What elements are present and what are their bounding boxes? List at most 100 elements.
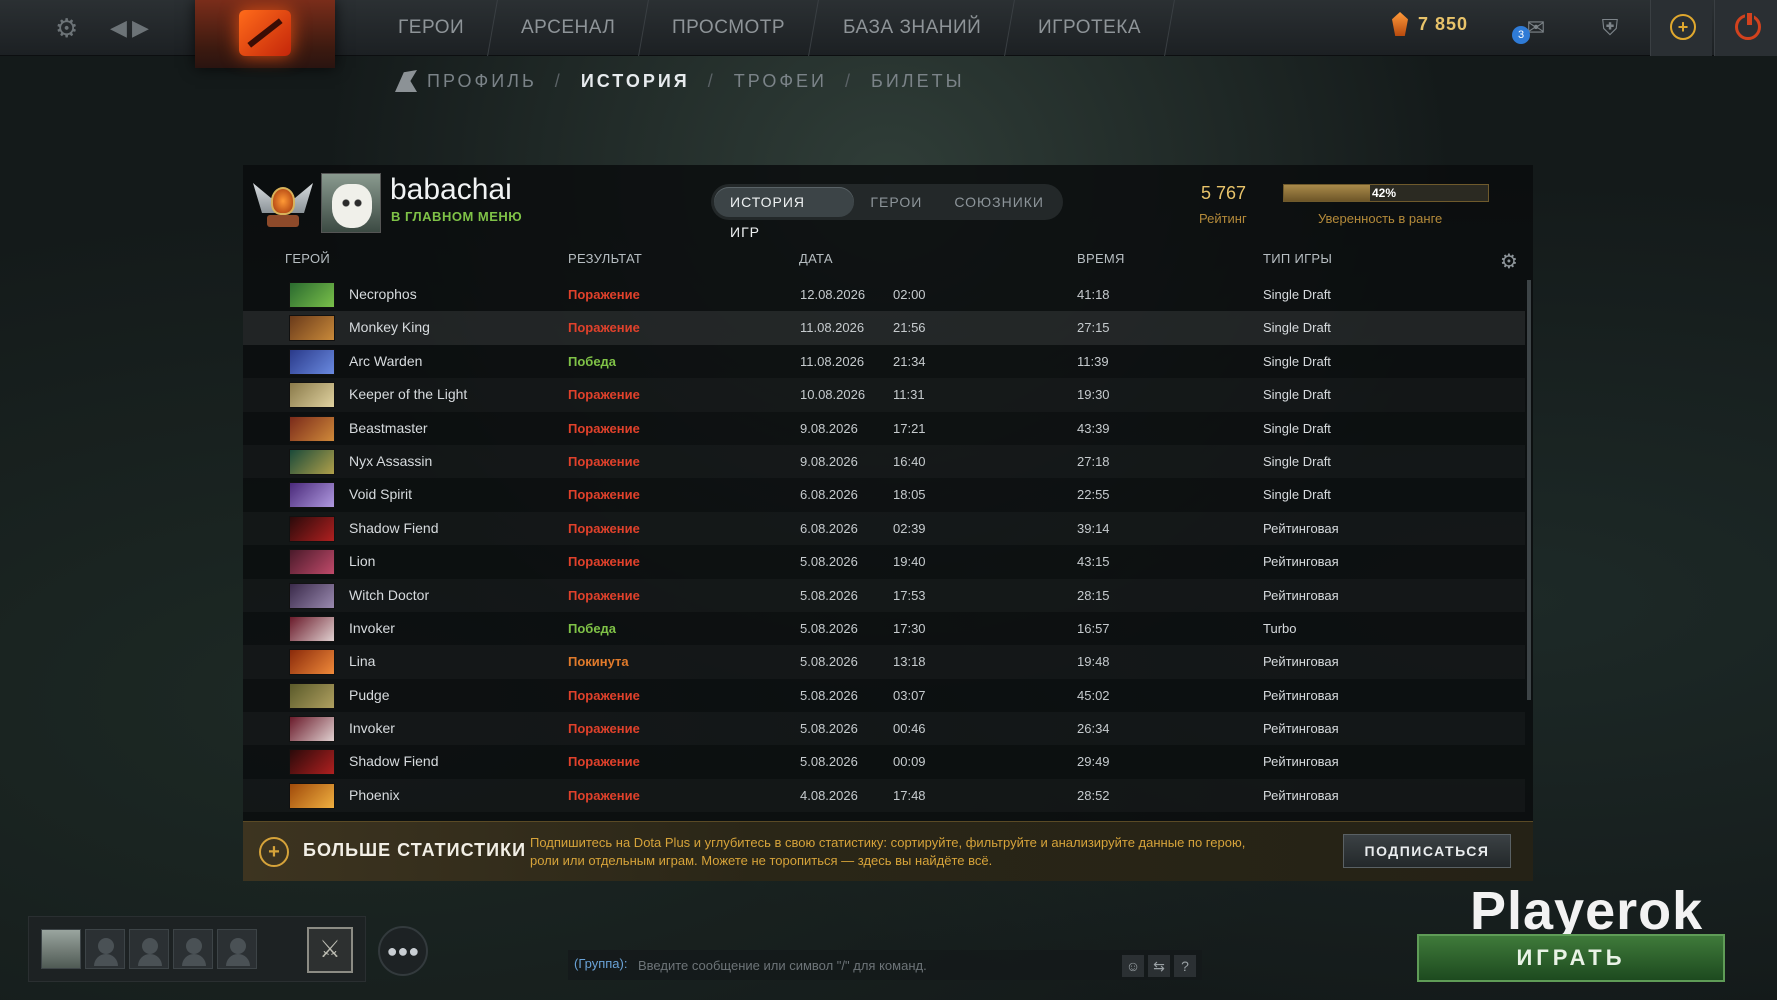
guild-emblem-icon[interactable]: ⚔ bbox=[307, 927, 353, 973]
match-date: 9.08.2026 bbox=[800, 420, 858, 436]
dota-plus-button[interactable]: + bbox=[1650, 0, 1712, 56]
column-header-result[interactable]: РЕЗУЛЬТАТ bbox=[568, 251, 642, 266]
match-duration: 22:55 bbox=[1077, 487, 1110, 503]
party-slot-empty[interactable] bbox=[85, 929, 125, 969]
column-header-time[interactable]: ВРЕМЯ bbox=[1077, 251, 1125, 266]
match-date: 11.08.2026 bbox=[800, 353, 865, 369]
scrollbar[interactable] bbox=[1527, 280, 1531, 700]
match-duration: 28:52 bbox=[1077, 787, 1110, 803]
hero-name: Arc Warden bbox=[349, 352, 423, 369]
play-button[interactable]: ИГРАТЬ bbox=[1417, 934, 1725, 982]
nav-watch[interactable]: ПРОСМОТР bbox=[639, 0, 820, 56]
match-row[interactable]: Shadow Fiend Поражение 6.08.2026 02:39 39:14… bbox=[243, 512, 1525, 545]
back-arrow-icon[interactable]: ◀ bbox=[110, 12, 127, 44]
table-settings-gear-icon[interactable]: ⚙ bbox=[1500, 249, 1518, 274]
match-row[interactable]: Pudge Поражение 5.08.2026 03:07 45:02 Рейтинг… bbox=[243, 679, 1525, 712]
match-duration: 29:49 bbox=[1077, 754, 1110, 770]
match-duration: 39:14 bbox=[1077, 520, 1110, 536]
subscribe-button[interactable]: ПОДПИСАТЬСЯ bbox=[1343, 834, 1511, 868]
match-result: Покинута bbox=[568, 654, 629, 670]
match-start-time: 02:00 bbox=[893, 287, 926, 302]
match-row[interactable]: Void Spirit Поражение 6.08.2026 18:05 22:55 S… bbox=[243, 478, 1525, 511]
match-row[interactable]: Arc Warden Победа 11.08.2026 21:34 11:39 Sing… bbox=[243, 345, 1525, 378]
hero-portrait bbox=[289, 315, 335, 342]
match-date: 5.08.2026 bbox=[800, 687, 858, 703]
match-row[interactable]: Keeper of the Light Поражение 10.08.2026 11… bbox=[243, 378, 1525, 411]
match-date: 5.08.2026 bbox=[800, 554, 858, 570]
help-icon[interactable]: ? bbox=[1174, 955, 1196, 977]
game-mode: Рейтинговая bbox=[1263, 554, 1339, 570]
subnav-history[interactable]: ИСТОРИЯ bbox=[581, 71, 690, 92]
column-header-date[interactable]: ДАТА bbox=[799, 251, 833, 266]
chat-wheel-icon[interactable]: ⇆ bbox=[1148, 955, 1170, 977]
hero-name: Keeper of the Light bbox=[349, 386, 468, 403]
match-row[interactable]: Invoker Поражение 5.08.2026 00:46 26:34 Рейти… bbox=[243, 712, 1525, 745]
hero-portrait bbox=[289, 782, 335, 809]
tab-heroes[interactable]: ГЕРОИ bbox=[854, 187, 938, 217]
hero-name: Phoenix bbox=[349, 786, 400, 803]
match-row[interactable]: Witch Doctor Поражение 5.08.2026 17:53 28:15… bbox=[243, 579, 1525, 612]
hero-portrait bbox=[289, 582, 335, 609]
nav-knowledge-base[interactable]: БАЗА ЗНАНИЙ bbox=[809, 0, 1015, 56]
match-date: 6.08.2026 bbox=[800, 520, 858, 536]
match-duration: 43:15 bbox=[1077, 554, 1110, 570]
party-slot-empty[interactable] bbox=[217, 929, 257, 969]
subnav-profile[interactable]: ПРОФИЛЬ bbox=[427, 71, 537, 92]
hero-portrait bbox=[289, 282, 335, 308]
match-row[interactable]: Lion Поражение 5.08.2026 19:40 43:15 Рейтинго… bbox=[243, 545, 1525, 578]
hero-portrait bbox=[289, 716, 335, 743]
emoji-icon[interactable]: ☺ bbox=[1122, 955, 1144, 977]
game-mode: Рейтинговая bbox=[1263, 587, 1339, 603]
match-row[interactable]: Invoker Победа 5.08.2026 17:30 16:57 Turbo bbox=[243, 612, 1525, 645]
shards-currency[interactable]: 7 850 bbox=[1392, 12, 1468, 36]
match-result: Поражение bbox=[568, 587, 640, 603]
party-slot-empty[interactable] bbox=[129, 929, 169, 969]
match-row[interactable]: Beastmaster Поражение 9.08.2026 17:21 43:39 S… bbox=[243, 412, 1525, 445]
subnav-separator: / bbox=[844, 70, 853, 91]
hero-name: Witch Doctor bbox=[349, 586, 430, 603]
rank-medal-icon[interactable] bbox=[253, 173, 313, 231]
game-mode: Рейтинговая bbox=[1263, 687, 1339, 703]
column-header-mode[interactable]: ТИП ИГРЫ bbox=[1263, 251, 1332, 266]
match-row[interactable]: Phoenix Поражение 4.08.2026 17:48 28:52 Рейти… bbox=[243, 779, 1525, 812]
forward-arrow-icon[interactable]: ▶ bbox=[132, 12, 149, 44]
tab-allies[interactable]: СОЮЗНИКИ bbox=[938, 187, 1060, 217]
chat-channel-label[interactable]: (Группа): bbox=[574, 956, 627, 971]
main-nav: ГЕРОИ АРСЕНАЛ ПРОСМОТР БАЗА ЗНАНИЙ ИГРОТ… bbox=[365, 0, 1175, 56]
nav-heroes[interactable]: ГЕРОИ bbox=[365, 0, 499, 56]
match-date: 9.08.2026 bbox=[800, 453, 858, 469]
match-start-time: 00:09 bbox=[893, 754, 926, 770]
chat-input[interactable] bbox=[638, 955, 1128, 975]
avatar[interactable] bbox=[321, 173, 381, 233]
hero-portrait bbox=[289, 482, 335, 509]
hero-name: Lion bbox=[349, 553, 376, 570]
group-chat-button[interactable]: ●●● bbox=[378, 926, 428, 976]
exit-button[interactable] bbox=[1714, 0, 1777, 56]
match-duration: 28:15 bbox=[1077, 587, 1110, 603]
dota-logo-button[interactable] bbox=[195, 0, 335, 68]
hero-portrait bbox=[289, 382, 335, 409]
armory-shield-icon[interactable]: ⛨ bbox=[1592, 10, 1628, 46]
match-row[interactable]: Monkey King Поражение 11.08.2026 21:56 27:15… bbox=[243, 311, 1525, 345]
nav-armory[interactable]: АРСЕНАЛ bbox=[488, 0, 650, 56]
settings-gear-icon[interactable]: ⚙ bbox=[55, 12, 78, 44]
hero-name: Beastmaster bbox=[349, 419, 428, 436]
watermark: Playerok bbox=[1470, 881, 1704, 941]
power-icon bbox=[1735, 11, 1761, 40]
match-start-time: 11:31 bbox=[893, 387, 925, 403]
party-slot-self[interactable] bbox=[41, 929, 81, 969]
subnav-trophies[interactable]: ТРОФЕИ bbox=[734, 71, 827, 92]
tab-match-history[interactable]: ИСТОРИЯ ИГР bbox=[714, 187, 855, 240]
subnav-tickets[interactable]: БИЛЕТЫ bbox=[871, 71, 965, 92]
column-header-hero[interactable]: ГЕРОЙ bbox=[285, 251, 330, 266]
rank-confidence-label: Уверенность в ранге bbox=[1318, 211, 1443, 226]
nav-arcade[interactable]: ИГРОТЕКА bbox=[1004, 0, 1175, 56]
hero-name: Void Spirit bbox=[349, 486, 413, 503]
match-row[interactable]: Necrophos Поражение 12.08.2026 02:00 41:18 Si… bbox=[243, 278, 1525, 311]
party-bar: ⚔ bbox=[28, 916, 366, 982]
match-row[interactable]: Nyx Assassin Поражение 9.08.2026 16:40 27:18… bbox=[243, 445, 1525, 478]
party-slot-empty[interactable] bbox=[173, 929, 213, 969]
rating-label: Рейтинг bbox=[1199, 211, 1247, 226]
match-row[interactable]: Lina Покинута 5.08.2026 13:18 19:48 Рейтингов… bbox=[243, 645, 1525, 678]
match-row[interactable]: Shadow Fiend Поражение 5.08.2026 00:09 29:49… bbox=[243, 745, 1525, 778]
